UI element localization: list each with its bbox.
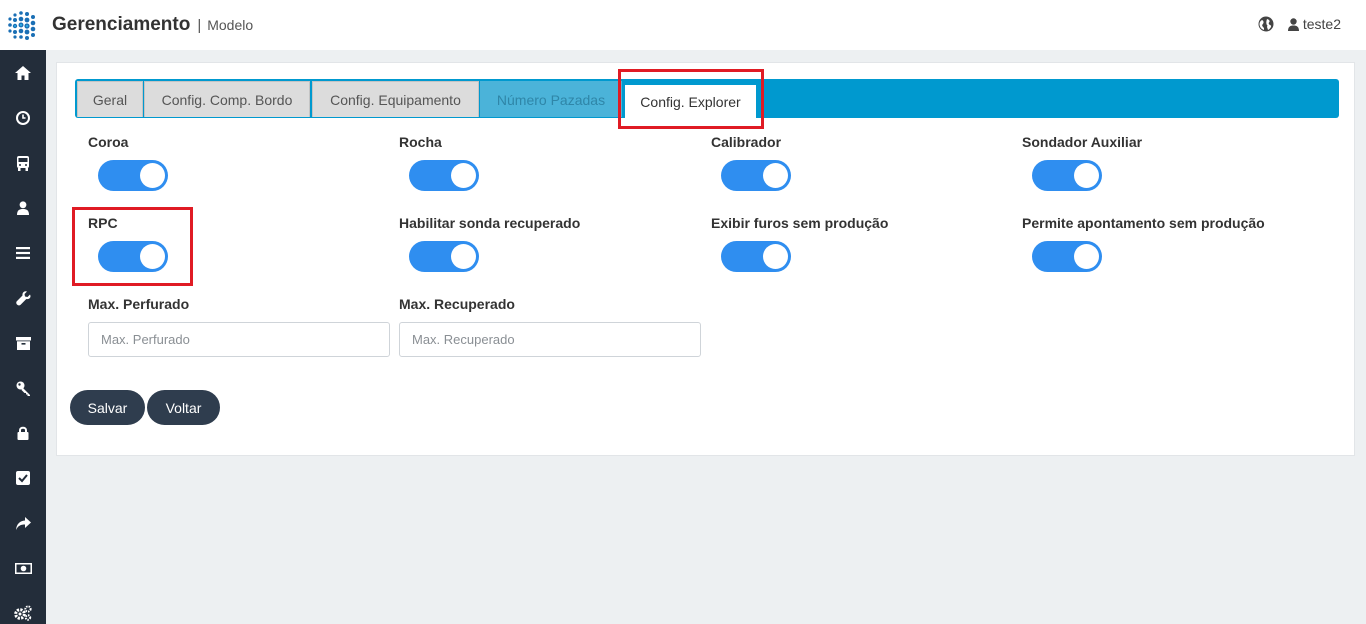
toggle-sondador-auxiliar[interactable] [1032, 160, 1102, 191]
toggle-label-habilitar-sonda-recuperado: Habilitar sonda recuperado [399, 215, 581, 231]
back-button[interactable]: Voltar [147, 390, 220, 425]
toggle-habilitar-sonda-recuperado[interactable] [409, 241, 479, 272]
sidebar-item-money[interactable] [0, 553, 46, 583]
toggle-rocha[interactable] [409, 160, 479, 191]
max-perfurado-input[interactable] [88, 322, 390, 357]
lock-icon [17, 426, 29, 440]
bus-icon [17, 155, 29, 171]
sidebar-item-user[interactable] [0, 193, 46, 223]
page-subtitle: Modelo [207, 17, 254, 33]
clock-icon [16, 111, 30, 125]
toggle-knob [763, 163, 788, 188]
sidebar-item-key[interactable] [0, 373, 46, 403]
key-icon [16, 381, 30, 396]
gears-icon [14, 605, 32, 621]
tab-geral[interactable]: Geral [77, 81, 143, 117]
toggle-knob [140, 244, 165, 269]
toggle-label-sondador-auxiliar: Sondador Auxiliar [1022, 134, 1143, 150]
header-actions: teste2 [1258, 16, 1341, 32]
toggle-label-coroa: Coroa [88, 134, 129, 150]
sidebar-item-share[interactable] [0, 508, 46, 538]
sidebar-item-wrench[interactable] [0, 283, 46, 313]
top-header: Gerenciamento | Modelo teste2 [0, 0, 1366, 50]
sidebar-item-home[interactable] [0, 58, 46, 88]
home-icon [15, 66, 31, 80]
user-menu[interactable]: teste2 [1287, 16, 1341, 32]
toggle-coroa[interactable] [98, 160, 168, 191]
user-icon [17, 201, 29, 215]
toggle-label-exibir-furos: Exibir furos sem produção [711, 215, 889, 231]
sidebar-item-archive[interactable] [0, 328, 46, 358]
brand: Gerenciamento | Modelo [52, 14, 253, 36]
toggle-knob [451, 163, 476, 188]
tab-numero-pazadas[interactable]: Número Pazadas [480, 81, 622, 117]
max-recuperado-input[interactable] [399, 322, 701, 357]
max-recuperado-label: Max. Recuperado [399, 296, 515, 312]
toggle-label-calibrador: Calibrador [711, 134, 782, 150]
sidebar [0, 50, 46, 624]
username: teste2 [1302, 16, 1341, 32]
max-perfurado-label: Max. Perfurado [88, 296, 190, 312]
toggle-knob [763, 244, 788, 269]
save-button[interactable]: Salvar [70, 390, 145, 425]
tab-config-explorer[interactable]: Config. Explorer [625, 85, 756, 118]
user-icon [1287, 17, 1299, 31]
tab-config-comp-bordo[interactable]: Config. Comp. Bordo [144, 81, 310, 117]
sidebar-item-settings[interactable] [0, 598, 46, 624]
toggle-label-permite-apontamento: Permite apontamento sem produção [1022, 215, 1265, 231]
checkbox-icon [16, 471, 30, 485]
share-icon [15, 516, 31, 530]
sidebar-item-bus[interactable] [0, 148, 46, 178]
tab-config-equipamento[interactable]: Config. Equipamento [312, 81, 479, 117]
tab-bar: Geral Config. Comp. Bordo Config. Equipa… [75, 79, 1339, 118]
toggle-calibrador[interactable] [721, 160, 791, 191]
menu-icon [16, 247, 30, 259]
toggle-label-rocha: Rocha [399, 134, 442, 150]
archive-icon [15, 336, 31, 350]
toggle-knob [451, 244, 476, 269]
logo-icon [8, 11, 36, 40]
sidebar-item-lock[interactable] [0, 418, 46, 448]
sidebar-item-tasks[interactable] [0, 463, 46, 493]
form-card: Geral Config. Comp. Bordo Config. Equipa… [56, 62, 1355, 456]
toggle-exibir-furos[interactable] [721, 241, 791, 272]
globe-icon[interactable] [1258, 16, 1274, 32]
sidebar-item-clock[interactable] [0, 103, 46, 133]
toggle-permite-apontamento[interactable] [1032, 241, 1102, 272]
wrench-icon [15, 290, 30, 305]
toggle-knob [140, 163, 165, 188]
toggle-rpc[interactable] [98, 241, 168, 272]
toggle-knob [1074, 244, 1099, 269]
money-icon [14, 562, 32, 574]
toggle-label-rpc: RPC [88, 215, 118, 231]
app-title: Gerenciamento [52, 14, 191, 35]
title-separator: | [197, 17, 202, 34]
sidebar-item-menu[interactable] [0, 238, 46, 268]
toggle-knob [1074, 163, 1099, 188]
